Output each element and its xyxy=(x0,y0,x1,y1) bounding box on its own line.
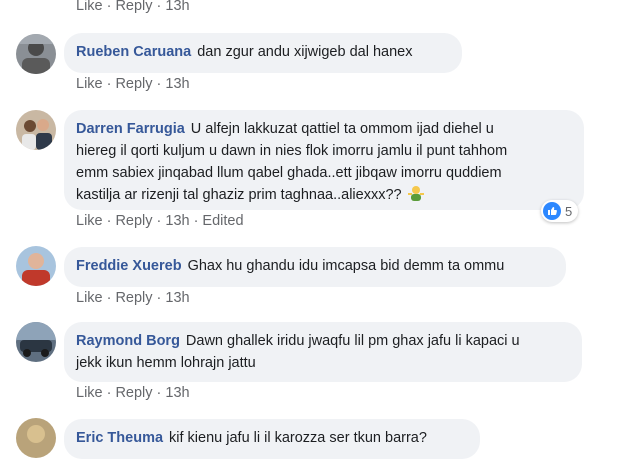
comment-actions: Like · Reply · 13h xyxy=(76,76,190,92)
comment-bubble: Freddie Xuereb Ghax hu ghandu idu imcapsa… xyxy=(64,247,566,287)
avatar-image xyxy=(16,322,56,362)
comment-bubble: Rueben Caruana dan zgur andu xijwigeb dal… xyxy=(64,33,462,73)
comment-author[interactable]: Raymond Borg xyxy=(76,333,180,349)
avatar[interactable] xyxy=(16,418,56,458)
avatar[interactable] xyxy=(16,246,56,286)
like-link[interactable]: Like xyxy=(76,76,103,92)
comment-author[interactable]: Rueben Caruana xyxy=(76,44,191,60)
comment-text-line: emm sabiex jinqabad llum qabel ghada..et… xyxy=(76,165,502,181)
reply-link[interactable]: Reply xyxy=(115,76,152,92)
timestamp[interactable]: 13h xyxy=(165,385,189,401)
reply-link[interactable]: Reply xyxy=(115,213,152,229)
avatar[interactable] xyxy=(16,110,56,150)
timestamp[interactable]: 13h xyxy=(165,213,189,229)
comment-text-line: jekk ikun hemm lohrajn jattu xyxy=(76,355,256,371)
like-link[interactable]: Like xyxy=(76,290,103,306)
like-link[interactable]: Like xyxy=(76,213,103,229)
timestamp[interactable]: 13h xyxy=(165,290,189,306)
avatar[interactable] xyxy=(16,34,56,74)
comment-author[interactable]: Darren Farrugia xyxy=(76,121,185,137)
comment-author[interactable]: Freddie Xuereb xyxy=(76,258,182,274)
avatar-image xyxy=(16,246,56,286)
avatar[interactable] xyxy=(16,322,56,362)
comment-author[interactable]: Eric Theuma xyxy=(76,430,163,446)
reaction-count[interactable]: 5 xyxy=(541,200,579,222)
comment-text-line: hiereg il qorti kuljum u dawn in nies fl… xyxy=(76,143,508,159)
comment-bubble: Darren Farrugia U alfejn lakkuzat qattiel… xyxy=(64,110,584,210)
man-shrugging-emoji-icon xyxy=(407,186,424,201)
comment-bubble: Raymond Borg Dawn ghallek iridu jwaqfu li… xyxy=(64,322,582,382)
reply-link[interactable]: Reply xyxy=(115,290,152,306)
edited-label[interactable]: Edited xyxy=(202,213,243,229)
comment-text-line: kastilja ar rizenji tal ghaziz prim tagh… xyxy=(76,187,402,203)
avatar-image xyxy=(16,418,56,458)
like-link[interactable]: Like xyxy=(76,385,103,401)
comment-actions: Like · Reply · 13h xyxy=(76,385,190,401)
comment-text-line: U alfejn lakkuzat qattiel ta ommom ijad … xyxy=(190,121,494,137)
like-reaction-icon xyxy=(543,202,561,220)
comment-text: Ghax hu ghandu idu imcapsa bid demm ta o… xyxy=(187,258,505,274)
reaction-count-text: 5 xyxy=(565,203,573,219)
comment-text: kif kienu jafu li il karozza ser tkun ba… xyxy=(169,430,427,446)
reply-link[interactable]: Reply xyxy=(115,0,152,14)
comment-text: dan zgur andu xijwigeb dal hanex xyxy=(197,44,413,60)
comment-actions-top: Like · Reply · 13h xyxy=(76,0,190,14)
timestamp[interactable]: 13h xyxy=(165,0,189,14)
comment-actions: Like · Reply · 13h xyxy=(76,290,190,306)
avatar-image xyxy=(16,110,56,150)
comment-actions: Like · Reply · 13h · Edited xyxy=(76,213,244,229)
avatar-image xyxy=(16,34,56,74)
timestamp[interactable]: 13h xyxy=(165,76,189,92)
like-link[interactable]: Like xyxy=(76,0,103,14)
comment-bubble: Eric Theuma kif kienu jafu li il karozza … xyxy=(64,419,480,459)
reply-link[interactable]: Reply xyxy=(115,385,152,401)
comment-text-line: Dawn ghallek iridu jwaqfu lil pm ghax ja… xyxy=(185,333,520,349)
